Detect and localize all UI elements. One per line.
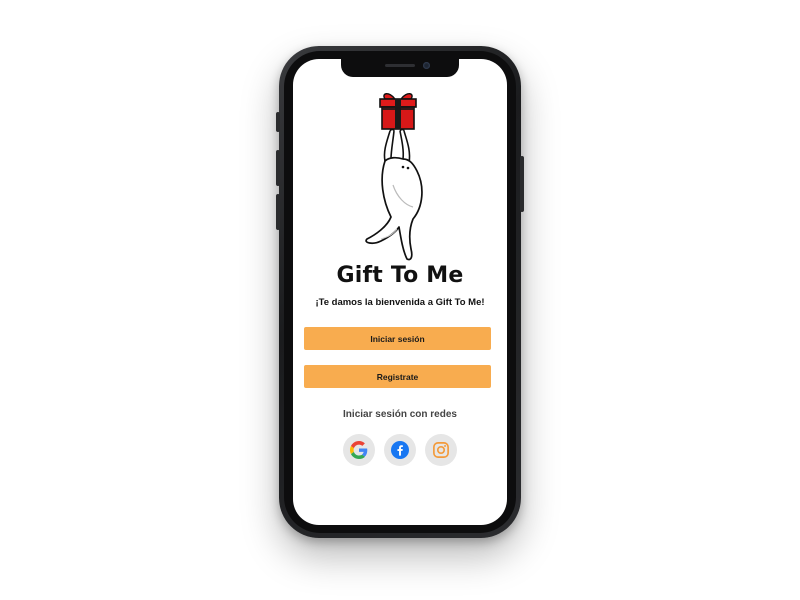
social-login-row [293,434,507,466]
front-camera [423,62,430,69]
gift-icon [379,93,417,130]
facebook-login-button[interactable] [384,434,416,466]
volume-down-button [276,194,280,230]
volume-up-button [276,150,280,186]
gift-illustration [365,93,423,261]
google-icon [350,441,368,459]
phone-frame: Gift To Me ¡Te damos la bienvenida a Gif… [276,46,524,538]
register-button[interactable]: Registrate [304,365,491,388]
notch [341,59,459,77]
social-login-label: Iniciar sesión con redes [343,409,457,420]
app-title: Gift To Me [336,263,464,288]
google-login-button[interactable] [343,434,375,466]
app-screen: Gift To Me ¡Te damos la bienvenida a Gif… [293,59,507,525]
instagram-login-button[interactable] [425,434,457,466]
speaker-grille [385,64,415,67]
login-button[interactable]: Iniciar sesión [304,327,491,350]
facebook-icon [391,441,409,459]
mute-switch [276,112,280,132]
mockup-stage: Gift To Me ¡Te damos la bienvenida a Gif… [0,0,800,600]
welcome-message: ¡Te damos la bienvenida a Gift To Me! [315,297,485,308]
instagram-icon [433,442,449,458]
power-button [520,156,524,212]
